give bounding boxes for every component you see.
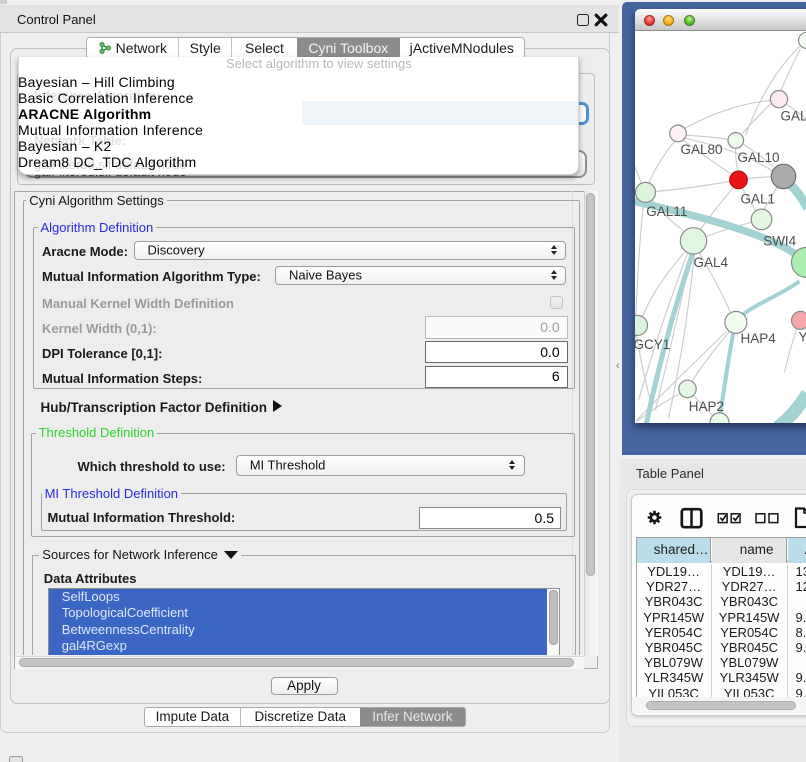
svg-text:GCY1: GCY1: [635, 336, 670, 351]
svg-text:GAL1: GAL1: [740, 191, 775, 206]
svg-text:GAL4: GAL4: [693, 255, 728, 270]
svg-text:GAL2: GAL2: [780, 108, 806, 123]
svg-text:GAL11: GAL11: [646, 203, 687, 218]
svg-text:GAL10: GAL10: [737, 149, 779, 164]
svg-text:HAP2: HAP2: [688, 398, 723, 413]
svg-text:HAP4: HAP4: [740, 330, 776, 345]
svg-text:YJ: YJ: [798, 329, 806, 344]
svg-text:SWI4: SWI4: [763, 233, 796, 248]
svg-text:GAL80: GAL80: [680, 141, 722, 156]
